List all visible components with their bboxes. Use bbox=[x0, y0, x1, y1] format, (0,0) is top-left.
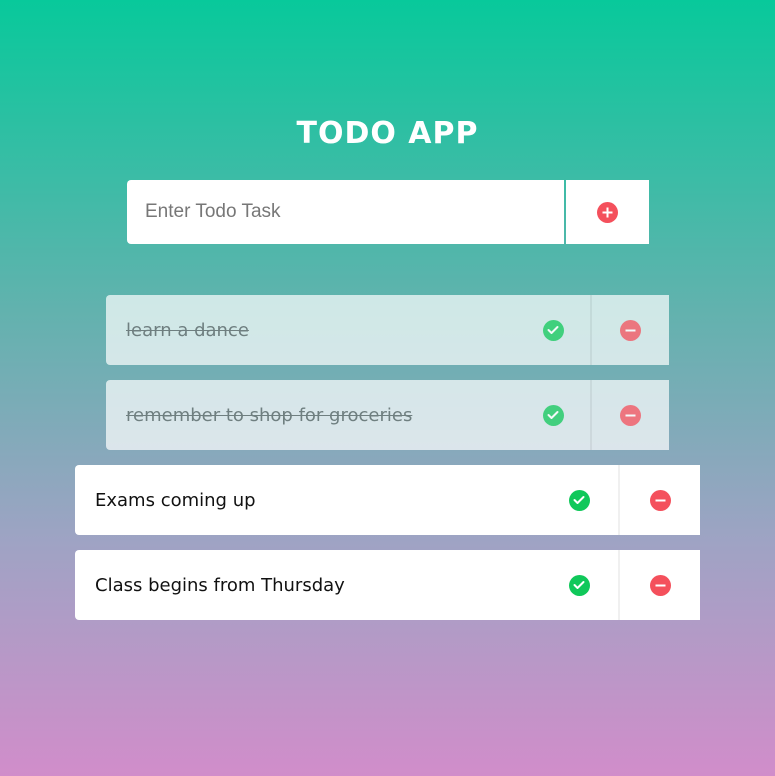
remove-todo-button[interactable] bbox=[620, 550, 700, 620]
todo-input[interactable] bbox=[127, 180, 564, 244]
complete-todo-button[interactable] bbox=[558, 465, 600, 535]
todo-text: Exams coming up bbox=[95, 489, 256, 511]
todo-text: remember to shop for groceries bbox=[126, 404, 413, 426]
todo-text: Class begins from Thursday bbox=[95, 574, 345, 596]
check-circle-icon bbox=[568, 574, 590, 596]
minus-circle-icon bbox=[620, 404, 641, 426]
check-circle-icon bbox=[542, 319, 564, 341]
todo-item: learn a dance bbox=[106, 295, 669, 365]
complete-todo-button[interactable] bbox=[532, 380, 574, 450]
check-circle-icon bbox=[542, 404, 564, 426]
check-circle-icon bbox=[568, 489, 590, 511]
todo-item: remember to shop for groceries bbox=[106, 380, 669, 450]
minus-circle-icon bbox=[649, 574, 671, 596]
minus-circle-icon bbox=[620, 319, 641, 341]
remove-todo-button[interactable] bbox=[592, 295, 669, 365]
remove-todo-button[interactable] bbox=[620, 465, 700, 535]
todo-item: Class begins from Thursday bbox=[75, 550, 700, 620]
complete-todo-button[interactable] bbox=[558, 550, 600, 620]
add-todo-button[interactable] bbox=[566, 180, 649, 244]
page-title: TODO APP bbox=[296, 116, 479, 151]
complete-todo-button[interactable] bbox=[532, 295, 574, 365]
remove-todo-button[interactable] bbox=[592, 380, 669, 450]
todo-text: learn a dance bbox=[126, 319, 249, 341]
add-todo-form bbox=[127, 180, 649, 244]
todo-item: Exams coming up bbox=[75, 465, 700, 535]
minus-circle-icon bbox=[649, 489, 671, 511]
plus-circle-icon bbox=[597, 201, 618, 223]
